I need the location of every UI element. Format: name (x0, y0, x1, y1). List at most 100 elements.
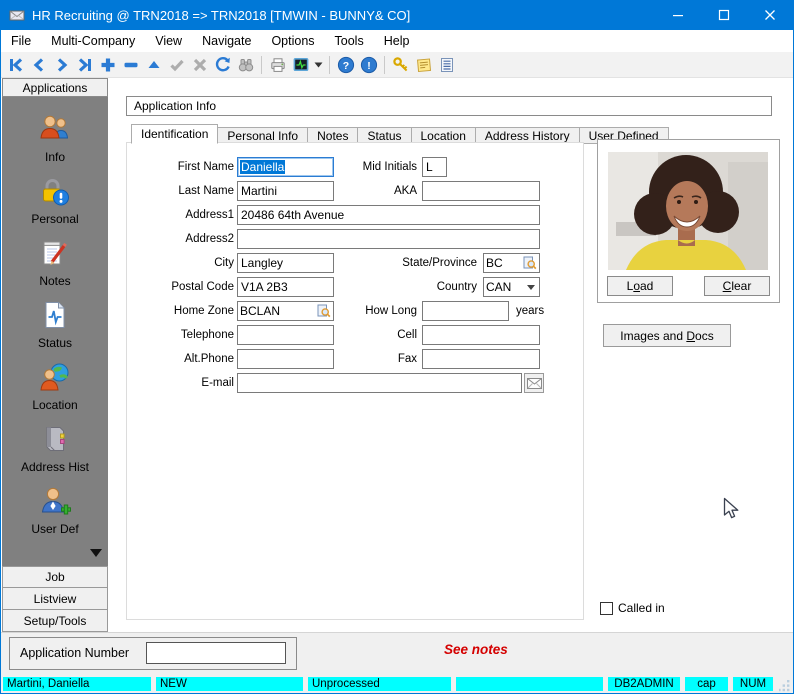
sidebar-item-label: Address Hist (21, 460, 89, 474)
status-empty (456, 677, 603, 691)
menu-item-help[interactable]: Help (374, 30, 420, 52)
minimize-button[interactable] (655, 0, 701, 30)
chevron-down-icon (527, 285, 535, 290)
menu-item-file[interactable]: File (1, 30, 41, 52)
clear-button[interactable]: Clear (704, 276, 770, 296)
sidebar-scroll-down-icon[interactable] (90, 549, 102, 557)
sidebar-item-label: Info (45, 150, 65, 164)
sidebar-item-address-hist[interactable]: Address Hist (2, 418, 108, 480)
sidebar-header-applications[interactable]: Applications (2, 78, 108, 97)
tab-identification[interactable]: Identification (131, 124, 218, 144)
sidebar-tab-listview[interactable]: Listview (2, 588, 108, 610)
called-in-row: Called in (600, 601, 665, 615)
sidebar-item-label: User Def (31, 522, 78, 536)
load-button[interactable]: Load (607, 276, 673, 296)
svg-text:?: ? (342, 59, 348, 71)
email-label: E-mail (127, 373, 234, 393)
last-name-label: Last Name (127, 181, 234, 201)
sidebar-item-user-def[interactable]: User Def (2, 480, 108, 542)
panel-title: Application Info (126, 96, 772, 116)
address2-label: Address2 (127, 229, 234, 249)
previous-record-icon[interactable] (27, 54, 50, 76)
sidebar-item-info[interactable]: Info (2, 108, 108, 170)
close-button[interactable] (747, 0, 793, 30)
toolbar-separator (384, 56, 385, 74)
monitor-dropdown-icon[interactable] (312, 54, 325, 76)
sidebar-item-personal[interactable]: Personal (2, 170, 108, 232)
resize-grip[interactable] (779, 679, 791, 697)
bottom-bar: Application Number See notes (1, 632, 793, 676)
sidebar-item-label: Personal (31, 212, 78, 226)
sidebar-item-label: Location (32, 398, 77, 412)
move-up-icon[interactable] (142, 54, 165, 76)
aka-field[interactable] (422, 181, 540, 201)
address1-label: Address1 (127, 205, 234, 225)
refresh-icon[interactable] (211, 54, 234, 76)
maximize-button[interactable] (701, 0, 747, 30)
application-number-field[interactable] (146, 642, 286, 664)
see-notes-text: See notes (444, 642, 508, 657)
print-icon[interactable] (266, 54, 289, 76)
last-record-icon[interactable] (73, 54, 96, 76)
cell-field[interactable] (422, 325, 540, 345)
years-label: years (516, 301, 544, 321)
sticky-note-icon[interactable] (412, 54, 435, 76)
email-field[interactable] (237, 373, 522, 393)
state-label: State/Province (307, 253, 477, 273)
alt-phone-label: Alt.Phone (127, 349, 234, 369)
how-long-label: How Long (309, 301, 417, 321)
person-add-icon (38, 486, 72, 519)
menu-item-tools[interactable]: Tools (325, 30, 374, 52)
security-keys-icon[interactable] (389, 54, 412, 76)
home-zone-label: Home Zone (127, 301, 234, 321)
city-label: City (127, 253, 234, 273)
called-in-checkbox[interactable] (600, 602, 613, 615)
help-icon[interactable]: ? (334, 54, 357, 76)
add-record-icon[interactable] (96, 54, 119, 76)
next-record-icon[interactable] (50, 54, 73, 76)
images-and-docs-button[interactable]: Images and Docs (603, 324, 731, 347)
about-icon[interactable]: ! (357, 54, 380, 76)
sidebar-item-label: Notes (39, 274, 70, 288)
address2-field[interactable] (237, 229, 540, 249)
sidebar-tab-setup-tools[interactable]: Setup/Tools (2, 610, 108, 632)
menu-item-view[interactable]: View (145, 30, 192, 52)
notepad-pencil-icon (38, 238, 72, 271)
country-value: CAN (486, 280, 511, 294)
mid-initials-field[interactable] (422, 157, 447, 177)
first-record-icon[interactable] (4, 54, 27, 76)
binder-icon (38, 424, 72, 457)
status-applicant-name: Martini, Daniella (3, 677, 151, 691)
state-field[interactable]: BC (483, 253, 540, 273)
delete-record-icon[interactable] (119, 54, 142, 76)
sidebar-tab-job[interactable]: Job (2, 566, 108, 588)
status-new: NEW (156, 677, 303, 691)
menu-item-options[interactable]: Options (261, 30, 324, 52)
data-monitor-icon[interactable] (289, 54, 312, 76)
fax-field[interactable] (422, 349, 540, 369)
accept-icon[interactable] (165, 54, 188, 76)
application-number-group: Application Number (9, 637, 297, 670)
find-binoculars-icon[interactable] (234, 54, 257, 76)
called-in-label: Called in (618, 601, 665, 615)
lock-alert-icon (38, 176, 72, 209)
country-dropdown[interactable]: CAN (483, 277, 540, 297)
toolbar: ? ! (1, 52, 793, 78)
application-number-label: Application Number (20, 638, 129, 669)
window-title: HR Recruiting @ TRN2018 => TRN2018 [TMWI… (32, 8, 410, 23)
menu-item-multi-company[interactable]: Multi-Company (41, 30, 145, 52)
state-lookup-icon[interactable] (523, 256, 537, 270)
address1-field[interactable] (237, 205, 540, 225)
sidebar-item-location[interactable]: Location (2, 356, 108, 418)
toolbar-separator (329, 56, 330, 74)
cancel-icon[interactable] (188, 54, 211, 76)
sidebar-item-status[interactable]: Status (2, 294, 108, 356)
toolbar-separator (261, 56, 262, 74)
report-icon[interactable] (435, 54, 458, 76)
how-long-field[interactable] (422, 301, 509, 321)
sidebar-item-notes[interactable]: Notes (2, 232, 108, 294)
send-email-button[interactable] (524, 373, 544, 393)
menu-item-navigate[interactable]: Navigate (192, 30, 261, 52)
status-cap: cap (685, 677, 728, 691)
status-num: NUM (733, 677, 773, 691)
